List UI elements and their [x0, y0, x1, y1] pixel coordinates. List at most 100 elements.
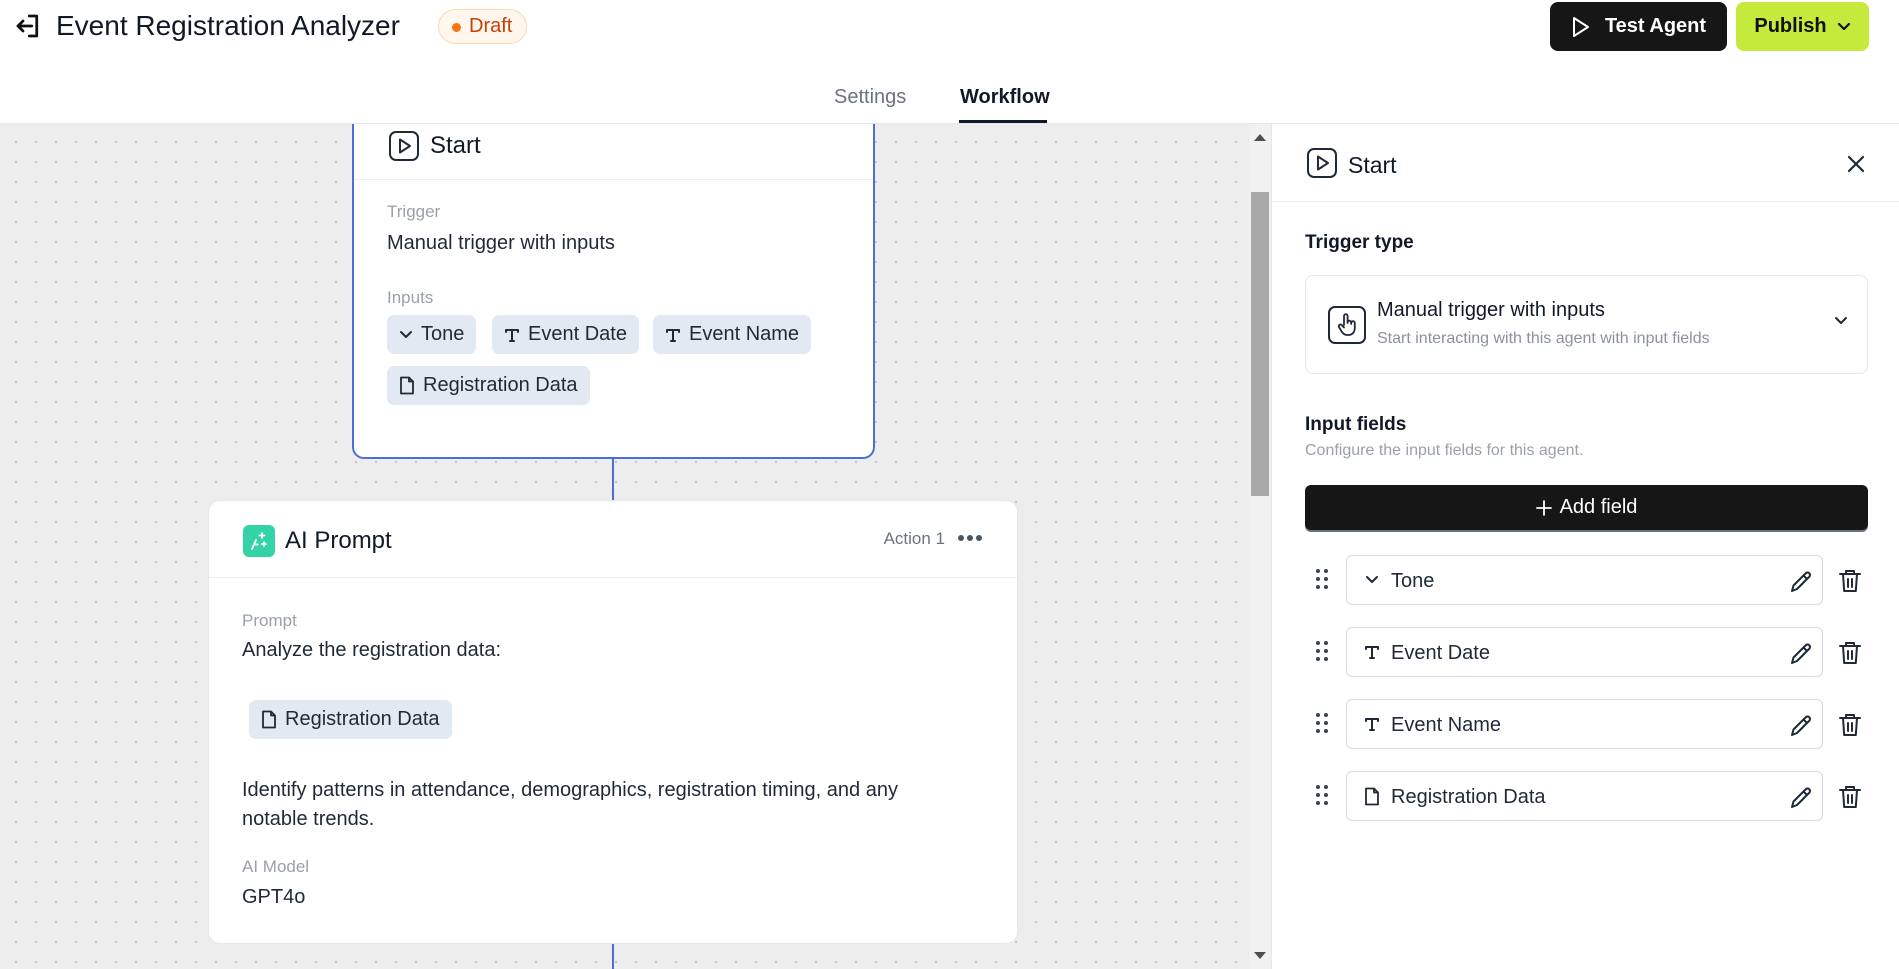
- publish-label: Publish: [1754, 15, 1827, 37]
- input-chip-event-date: Event Date: [492, 315, 639, 354]
- input-field-item[interactable]: Tone: [1346, 555, 1823, 605]
- page-title: Event Registration Analyzer: [56, 10, 400, 41]
- trash-icon[interactable]: [1836, 783, 1864, 811]
- scroll-down-icon[interactable]: [1254, 952, 1266, 959]
- connector-line: [612, 458, 614, 502]
- input-field-item[interactable]: Event Date: [1346, 627, 1823, 677]
- trigger-label: Trigger: [387, 202, 441, 221]
- drag-handle-icon[interactable]: [1314, 711, 1330, 735]
- input-field-name: Event Date: [1391, 642, 1490, 664]
- chevron-down-icon: [400, 330, 412, 338]
- drag-handle-icon[interactable]: [1314, 639, 1330, 663]
- add-field-button[interactable]: Add field: [1305, 485, 1868, 530]
- prompt-intro: Analyze the registration data:: [242, 639, 502, 661]
- canvas-scrollbar[interactable]: [1249, 124, 1271, 969]
- ai-model-value: GPT4o: [242, 886, 306, 908]
- input-chip-label: Registration Data: [423, 374, 578, 396]
- inputs-label: Inputs: [387, 288, 434, 307]
- input-field-row: Event Date: [1305, 627, 1868, 677]
- start-node-header: Start: [354, 124, 873, 180]
- file-icon: [1361, 785, 1383, 807]
- publish-button[interactable]: Publish: [1736, 2, 1869, 51]
- text-type-icon: [1361, 713, 1383, 735]
- panel-header: Start: [1272, 124, 1899, 202]
- panel-title: Start: [1348, 152, 1397, 178]
- chevron-down-icon: [1361, 569, 1383, 591]
- trash-icon[interactable]: [1836, 567, 1864, 595]
- input-chip-label: Event Name: [689, 323, 800, 345]
- more-options-icon[interactable]: [955, 523, 985, 553]
- drag-handle-icon[interactable]: [1314, 567, 1330, 591]
- input-chip-label: Tone: [421, 323, 465, 345]
- scrollbar-thumb[interactable]: [1251, 192, 1269, 496]
- trash-icon[interactable]: [1836, 639, 1864, 667]
- file-icon: [400, 376, 414, 395]
- input-field-name: Event Name: [1391, 714, 1502, 736]
- input-fields-description: Configure the input fields for this agen…: [1305, 442, 1584, 459]
- input-field-name: Tone: [1391, 570, 1435, 592]
- input-fields-heading: Input fields: [1305, 414, 1407, 435]
- status-dot-icon: [452, 23, 461, 32]
- add-field-label: Add field: [1559, 496, 1638, 518]
- input-chip-event-name: Event Name: [653, 315, 812, 354]
- connector-line: [612, 942, 614, 969]
- ai-node-header: AI Prompt Action 1: [209, 501, 1017, 578]
- status-badge: Draft: [438, 9, 528, 44]
- play-square-icon: [1307, 148, 1337, 178]
- pencil-icon[interactable]: [1787, 640, 1815, 668]
- input-chip-tone: Tone: [387, 315, 477, 354]
- tab-bar: Settings Workflow: [0, 78, 1899, 124]
- status-badge-label: Draft: [469, 15, 513, 37]
- prompt-variable-chip: Registration Data: [249, 700, 452, 739]
- text-type-icon: [666, 328, 680, 342]
- text-type-icon: [1361, 641, 1383, 663]
- pencil-icon[interactable]: [1787, 784, 1815, 812]
- trigger-type-heading: Trigger type: [1305, 232, 1414, 253]
- ai-model-label: AI Model: [242, 857, 310, 876]
- input-field-item[interactable]: Registration Data: [1346, 771, 1823, 821]
- input-field-row: Event Name: [1305, 699, 1868, 749]
- input-chip-registration-data: Registration Data: [387, 366, 590, 405]
- app-header: Event Registration Analyzer Draft Test A…: [0, 0, 1899, 124]
- sparkle-icon: [243, 525, 275, 557]
- pencil-icon[interactable]: [1787, 712, 1815, 740]
- start-node[interactable]: Start Trigger Manual trigger with inputs…: [352, 124, 875, 459]
- play-square-icon: [389, 131, 419, 161]
- tab-workflow[interactable]: Workflow: [960, 84, 1050, 110]
- pencil-icon[interactable]: [1787, 568, 1815, 596]
- ai-prompt-node[interactable]: AI Prompt Action 1 Prompt Analyze the re…: [208, 500, 1018, 944]
- test-agent-label: Test Agent: [1604, 15, 1707, 37]
- test-agent-button[interactable]: Test Agent: [1550, 2, 1727, 51]
- active-tab-indicator: [959, 120, 1047, 123]
- drag-handle-icon[interactable]: [1314, 783, 1330, 807]
- input-chip-label: Event Date: [528, 323, 627, 345]
- input-field-row: Registration Data: [1305, 771, 1868, 821]
- trigger-type-name: Manual trigger with inputs: [1377, 299, 1605, 321]
- ai-node-title: AI Prompt: [285, 527, 392, 554]
- tab-settings[interactable]: Settings: [834, 84, 906, 110]
- chevron-down-icon: [1835, 317, 1847, 324]
- properties-panel: Start Trigger type Manual trigger with i…: [1271, 124, 1899, 969]
- chevron-down-icon: [1837, 22, 1850, 30]
- start-node-title: Start: [430, 132, 481, 159]
- trash-icon[interactable]: [1836, 711, 1864, 739]
- input-field-name: Registration Data: [1391, 786, 1546, 808]
- input-field-item[interactable]: Event Name: [1346, 699, 1823, 749]
- plus-icon: [1535, 499, 1552, 516]
- trigger-value: Manual trigger with inputs: [387, 232, 615, 254]
- prompt-label: Prompt: [242, 611, 297, 630]
- exit-icon[interactable]: [12, 10, 44, 42]
- input-field-row: Tone: [1305, 555, 1868, 605]
- trigger-type-description: Start interacting with this agent with i…: [1377, 330, 1710, 347]
- trigger-type-select[interactable]: Manual trigger with inputs Start interac…: [1305, 275, 1868, 374]
- scroll-up-icon[interactable]: [1254, 134, 1266, 141]
- text-type-icon: [505, 328, 519, 342]
- hand-pointer-icon: [1328, 306, 1366, 344]
- action-number: Action 1: [883, 529, 945, 548]
- close-icon[interactable]: [1838, 146, 1874, 182]
- prompt-variable-label: Registration Data: [285, 708, 440, 730]
- prompt-body: Identify patterns in attendance, demogra…: [242, 779, 898, 830]
- play-icon: [1572, 16, 1589, 37]
- file-icon: [262, 710, 276, 729]
- workflow-canvas[interactable]: Start Trigger Manual trigger with inputs…: [0, 124, 1249, 969]
